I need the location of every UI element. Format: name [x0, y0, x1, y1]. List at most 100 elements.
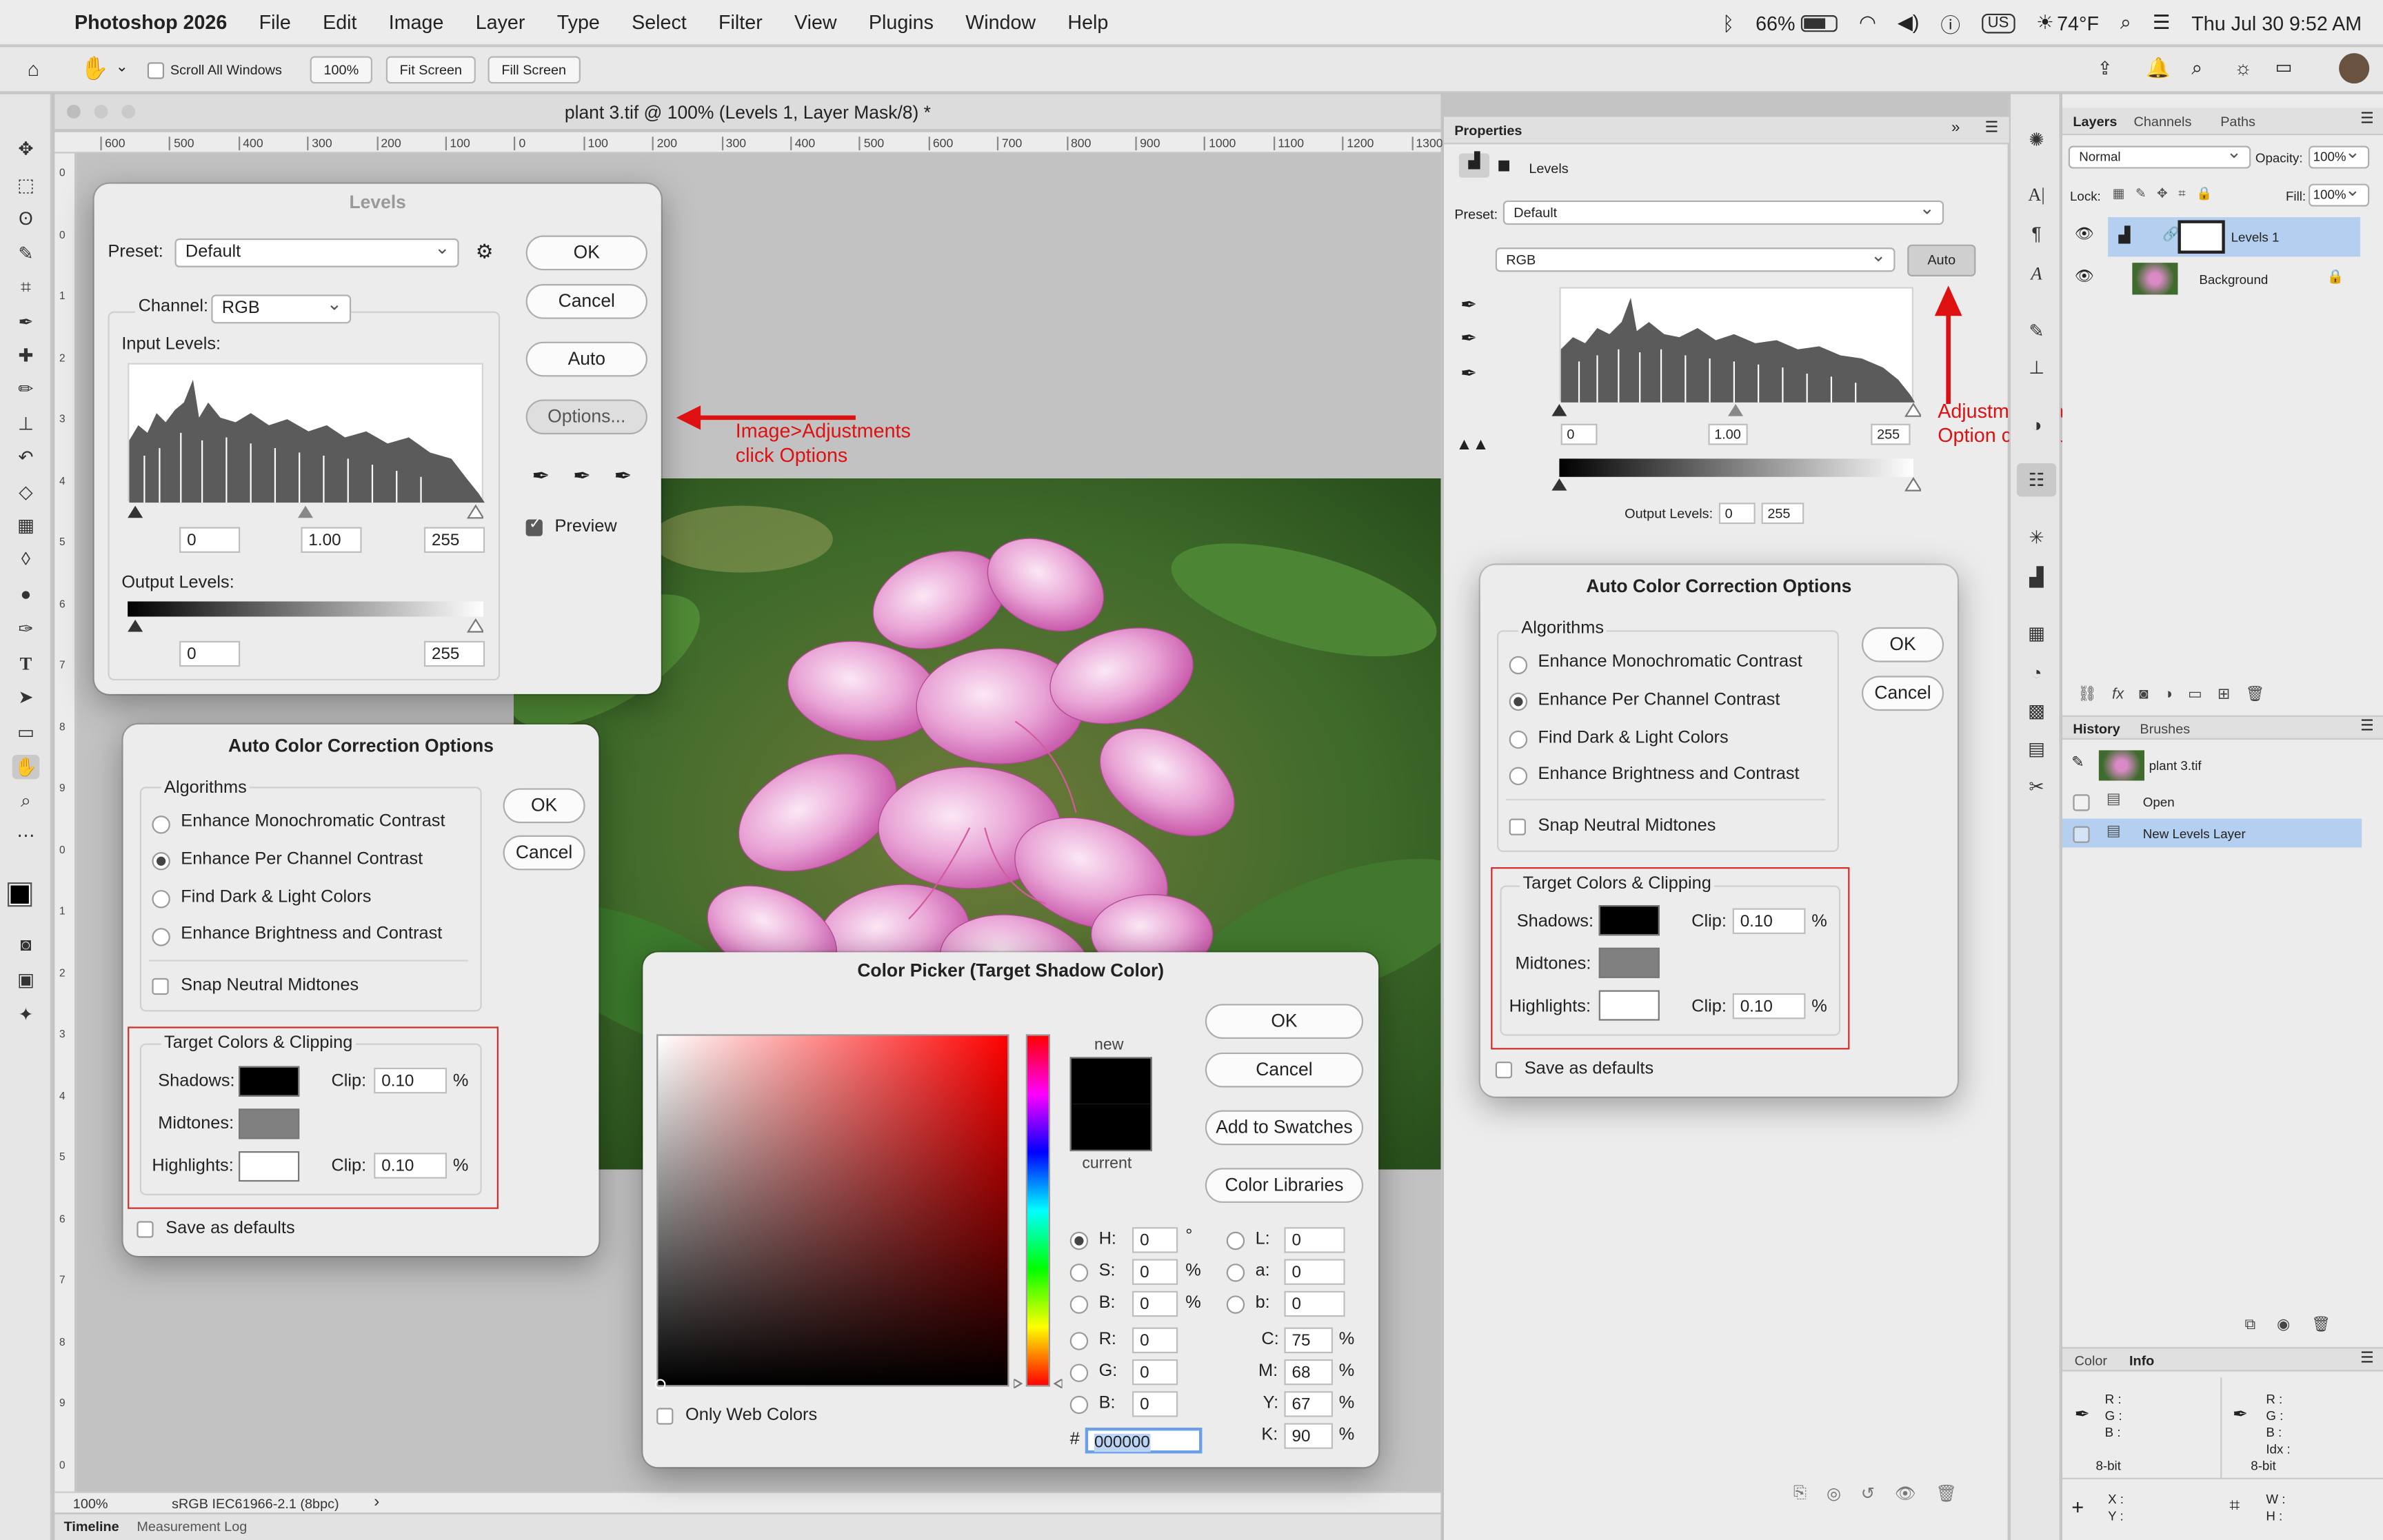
panel-menu-icon[interactable]: ☰	[2360, 718, 2374, 735]
layer-name[interactable]: Levels 1	[2231, 230, 2280, 245]
collapse-icon[interactable]: »	[1951, 120, 1960, 136]
menu-image[interactable]: Image	[389, 10, 444, 33]
hand-tool-icon[interactable]: ✋	[12, 754, 40, 780]
radio-monochromatic[interactable]	[1509, 656, 1528, 675]
tab-brushes[interactable]: Brushes	[2140, 722, 2190, 737]
bell-icon[interactable]: 🔔	[2146, 57, 2171, 81]
histogram-icon[interactable]: ▟	[2023, 565, 2051, 589]
lasso-tool-icon[interactable]: ʘ	[12, 207, 40, 231]
vertical-ruler[interactable]: 0 0 1 2 3 4 5 6 7 8 9 0 1 2 3 4 5 6 7 8 9 0	[54, 153, 77, 1512]
radio-s[interactable]	[1069, 1264, 1089, 1282]
chevron-right-icon[interactable]: ›	[374, 1493, 379, 1511]
chevron-down-icon[interactable]: ⌄	[116, 59, 128, 76]
character-icon[interactable]: A|	[2023, 182, 2051, 206]
fill-field[interactable]: 100%	[2309, 181, 2370, 207]
search-icon[interactable]: ⌕	[2120, 10, 2131, 34]
radio-a[interactable]	[1226, 1264, 1245, 1282]
brush-settings-icon[interactable]: ✎	[2023, 319, 2051, 343]
options-button[interactable]: Options...	[525, 399, 647, 435]
input-sliders[interactable]	[128, 503, 483, 520]
healing-brush-icon[interactable]: ✚	[12, 343, 40, 367]
channel-select[interactable]: RGB	[211, 292, 352, 324]
menu-view[interactable]: View	[794, 10, 837, 33]
save-defaults-checkbox[interactable]	[137, 1221, 154, 1238]
clip-to-layer-icon[interactable]: ⎘	[1793, 1484, 1807, 1514]
preview-checkbox[interactable]	[525, 516, 543, 536]
blue-field[interactable]: 0	[1132, 1391, 1178, 1417]
input-white-field[interactable]: 255	[1871, 423, 1911, 445]
avatar[interactable]	[2339, 53, 2370, 84]
visibility-icon[interactable]: 👁	[1895, 1484, 1916, 1514]
input-gamma-field[interactable]: 1.00	[301, 527, 362, 553]
add-to-swatches-button[interactable]: Add to Swatches	[1205, 1110, 1364, 1146]
output-black-field[interactable]: 0	[1718, 503, 1756, 525]
tab-timeline[interactable]: Timeline	[64, 1519, 119, 1534]
radio-dark-light[interactable]	[1509, 730, 1528, 749]
r-field[interactable]: 0	[1132, 1327, 1178, 1354]
input-source[interactable]: US	[1981, 12, 2015, 33]
ok-button[interactable]: OK	[1862, 627, 1944, 662]
new-group-icon[interactable]: ▭	[2188, 687, 2202, 708]
marquee-tool-icon[interactable]: ⬚	[12, 173, 40, 197]
zoom-tool-icon[interactable]: ⌕	[12, 788, 40, 812]
tab-layers[interactable]: Layers	[2073, 114, 2117, 129]
menu-layer[interactable]: Layer	[476, 10, 525, 33]
layer-name[interactable]: Background	[2199, 272, 2268, 287]
layer-mask-thumbnail[interactable]	[2178, 220, 2225, 254]
cancel-button[interactable]: Cancel	[1205, 1052, 1364, 1088]
save-defaults-checkbox[interactable]	[1495, 1062, 1513, 1079]
radio-per-channel[interactable]	[152, 851, 170, 871]
menu-help[interactable]: Help	[1067, 10, 1108, 33]
h-field[interactable]: 0	[1132, 1227, 1178, 1253]
tab-measurement-log[interactable]: Measurement Log	[137, 1519, 247, 1534]
radio-dark-light[interactable]	[152, 890, 170, 909]
panel-menu-icon[interactable]: ☰	[2360, 1350, 2374, 1367]
visibility-icon[interactable]: 👁	[2075, 269, 2094, 285]
menu-filter[interactable]: Filter	[718, 10, 763, 33]
color-wheel-icon[interactable]: ◑	[2023, 413, 2051, 437]
cancel-button[interactable]: Cancel	[1862, 676, 1944, 711]
output-sliders[interactable]	[128, 616, 483, 634]
clock[interactable]: Thu Jul 30 9:52 AM	[2191, 12, 2362, 34]
weather-temp[interactable]: 74°F	[2057, 12, 2099, 34]
output-white-field[interactable]: 255	[423, 640, 485, 667]
view-previous-icon[interactable]: ◎	[1827, 1484, 1841, 1514]
opacity-field[interactable]: 100%	[2309, 143, 2370, 169]
ok-button[interactable]: OK	[525, 235, 647, 271]
move-tool-icon[interactable]: ✥	[12, 136, 40, 161]
cancel-button[interactable]: Cancel	[525, 283, 647, 319]
preset-select[interactable]: Default	[1502, 197, 1944, 225]
lab-b-field[interactable]: 0	[1284, 1290, 1345, 1317]
dodge-tool-icon[interactable]: ●	[12, 582, 40, 606]
radio-blue[interactable]	[1069, 1395, 1089, 1415]
snap-midtones-checkbox[interactable]	[152, 977, 169, 995]
tab-history[interactable]: History	[2073, 722, 2120, 737]
shadows-clip-field[interactable]: 0.10	[374, 1067, 448, 1094]
hand-tool-icon[interactable]: ✋	[81, 54, 109, 82]
eyedropper-tool-icon[interactable]: ✒	[12, 310, 40, 334]
gradients-icon[interactable]: ▤	[2023, 737, 2051, 761]
white-eyedropper-icon[interactable]: ✒	[614, 463, 632, 489]
color-field-cursor[interactable]	[654, 1379, 666, 1390]
auto-button[interactable]: Auto	[525, 341, 647, 377]
horizontal-ruler[interactable]: 600 500 400 300 200 100 0 100 200 300 400 500 600 700…	[54, 132, 1443, 154]
history-source-checkbox[interactable]	[2073, 794, 2090, 811]
b-field[interactable]: 0	[1132, 1290, 1178, 1317]
snap-midtones-checkbox[interactable]	[1509, 818, 1526, 835]
input-black-field[interactable]: 0	[1560, 423, 1598, 445]
y-field[interactable]: 67	[1284, 1391, 1333, 1417]
hex-field[interactable]: 000000	[1085, 1428, 1203, 1454]
highlights-clip-field[interactable]: 0.10	[1732, 993, 1806, 1020]
output-white-field[interactable]: 255	[1761, 503, 1804, 525]
generative-icon[interactable]: ✦	[12, 1002, 40, 1026]
scroll-all-windows-checkbox[interactable]	[147, 62, 165, 79]
shadows-swatch[interactable]	[239, 1066, 300, 1097]
swatches-icon[interactable]: ▦	[2023, 621, 2051, 645]
lightbulb-icon[interactable]: ☼	[2234, 57, 2252, 79]
ok-button[interactable]: OK	[1205, 1004, 1364, 1039]
tab-paths[interactable]: Paths	[2220, 114, 2255, 129]
gray-eyedropper-icon[interactable]: ✒	[1460, 327, 1477, 351]
crop-tool-icon[interactable]: ⌗	[12, 275, 40, 299]
radio-per-channel[interactable]	[1509, 692, 1528, 711]
shadows-clip-field[interactable]: 0.10	[1732, 908, 1806, 934]
